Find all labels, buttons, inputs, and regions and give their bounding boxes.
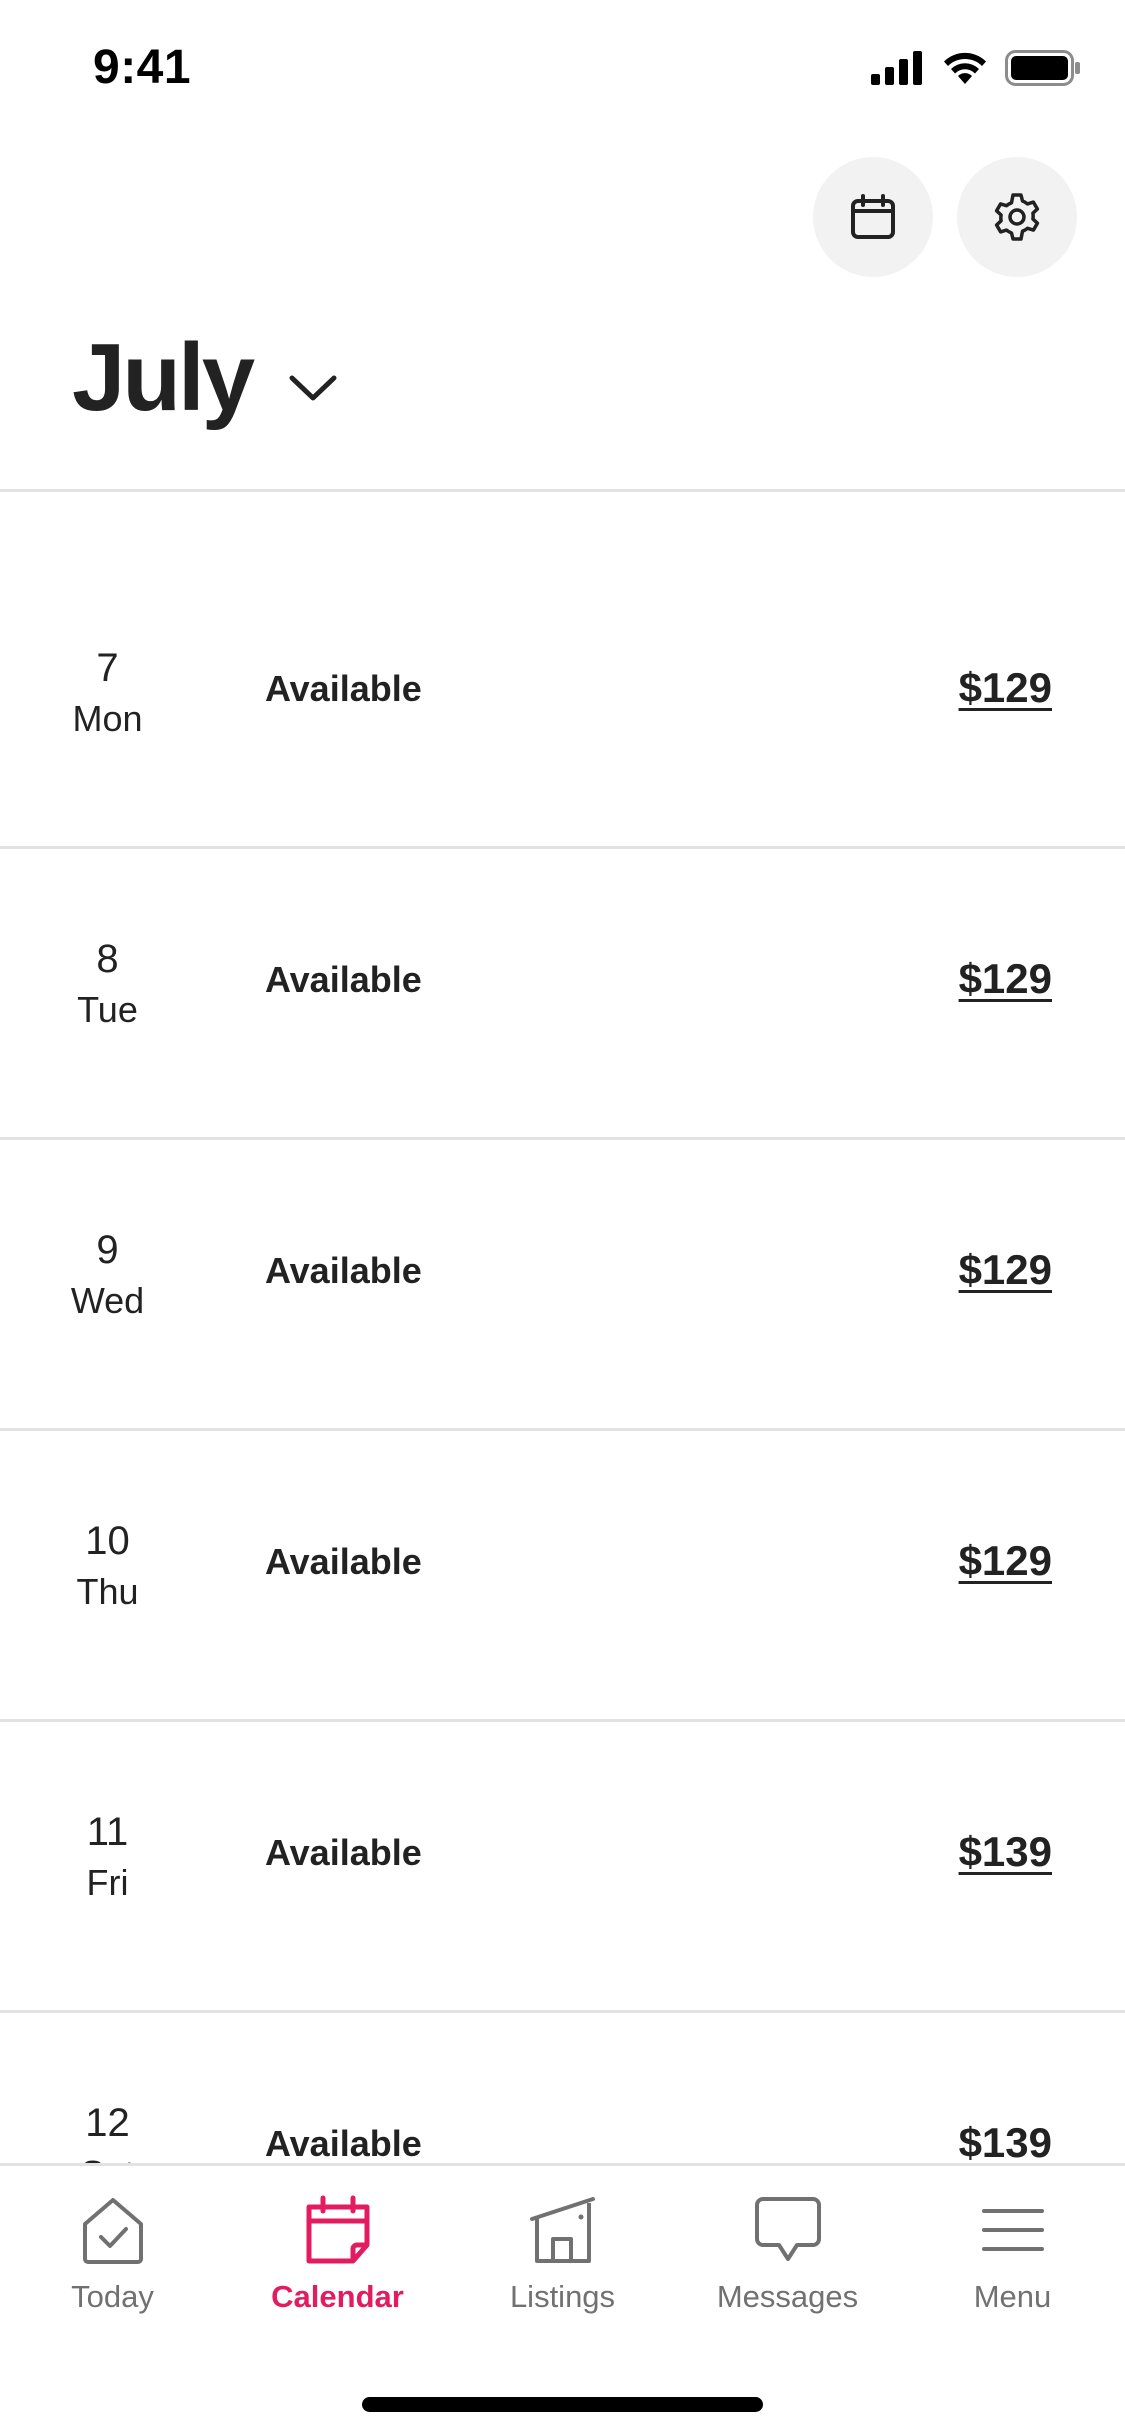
home-indicator[interactable] <box>362 2397 763 2412</box>
settings-button[interactable] <box>957 157 1077 277</box>
month-selector[interactable]: July <box>72 330 338 426</box>
chat-bubble-icon <box>753 2193 823 2267</box>
day-row[interactable]: 8 Tue Available $129 <box>0 849 1125 1140</box>
signal-icon <box>871 51 922 85</box>
day-status: Available <box>265 668 422 709</box>
tab-bar: Today Calendar Listings Messages Menu <box>0 2163 1125 2436</box>
day-number: 7 <box>96 646 119 690</box>
tab-messages[interactable]: Messages <box>675 2166 900 2346</box>
day-weekday: Fri <box>86 1862 129 1903</box>
calendar-view-button[interactable] <box>813 157 933 277</box>
status-icons <box>871 50 1081 86</box>
menu-icon <box>981 2193 1045 2267</box>
battery-icon <box>1005 50 1080 86</box>
day-status: Available <box>265 1541 422 1582</box>
status-time: 9:41 <box>93 41 192 94</box>
calendar-screen: 9:41 July 7 Mon Available $129 8 Tue Ava… <box>0 0 1125 2436</box>
tab-today[interactable]: Today <box>0 2166 225 2346</box>
tab-calendar[interactable]: Calendar <box>225 2166 450 2346</box>
day-row[interactable]: 9 Wed Available $129 <box>0 1140 1125 1431</box>
day-price[interactable]: $129 <box>959 955 1052 1003</box>
building-icon <box>529 2193 597 2267</box>
status-bar: 9:41 <box>0 0 1125 140</box>
day-status: Available <box>265 2123 422 2164</box>
day-price[interactable]: $129 <box>959 1246 1052 1294</box>
day-weekday: Tue <box>77 989 138 1030</box>
month-title: July <box>72 324 255 431</box>
header-divider <box>0 489 1125 492</box>
day-row[interactable]: 7 Mon Available $129 <box>0 558 1125 849</box>
home-check-icon <box>80 2193 146 2267</box>
day-price[interactable]: $129 <box>959 1537 1052 1585</box>
day-number: 11 <box>86 1810 129 1854</box>
day-number: 9 <box>96 1228 119 1272</box>
tab-label: Today <box>71 2279 154 2314</box>
chevron-down-icon <box>288 373 338 403</box>
day-weekday: Wed <box>70 1280 145 1321</box>
day-row[interactable]: 11 Fri Available $139 <box>0 1722 1125 2013</box>
tab-label: Listings <box>509 2279 616 2314</box>
day-price[interactable]: $139 <box>959 1828 1052 1876</box>
day-status: Available <box>265 1832 422 1873</box>
day-row[interactable]: 10 Thu Available $129 <box>0 1431 1125 1722</box>
tab-label: Messages <box>716 2279 859 2314</box>
tab-menu[interactable]: Menu <box>900 2166 1125 2346</box>
calendar-icon <box>851 194 895 239</box>
gear-icon <box>994 193 1040 241</box>
day-number: 12 <box>85 2101 130 2145</box>
calendar-icon <box>304 2193 372 2267</box>
day-price[interactable]: $129 <box>959 664 1052 712</box>
tab-label: Menu <box>973 2279 1052 2314</box>
tab-listings[interactable]: Listings <box>450 2166 675 2346</box>
day-status: Available <box>265 959 422 1000</box>
day-number: 10 <box>85 1519 130 1563</box>
day-price[interactable]: $139 <box>959 2119 1052 2167</box>
day-list: 7 Mon Available $129 8 Tue Available $12… <box>0 558 1125 2304</box>
day-weekday: Thu <box>76 1571 139 1612</box>
tab-label: Calendar <box>271 2279 404 2314</box>
wifi-icon <box>944 52 986 84</box>
day-status: Available <box>265 1250 422 1291</box>
day-number: 8 <box>96 937 119 981</box>
day-weekday: Mon <box>72 698 143 739</box>
